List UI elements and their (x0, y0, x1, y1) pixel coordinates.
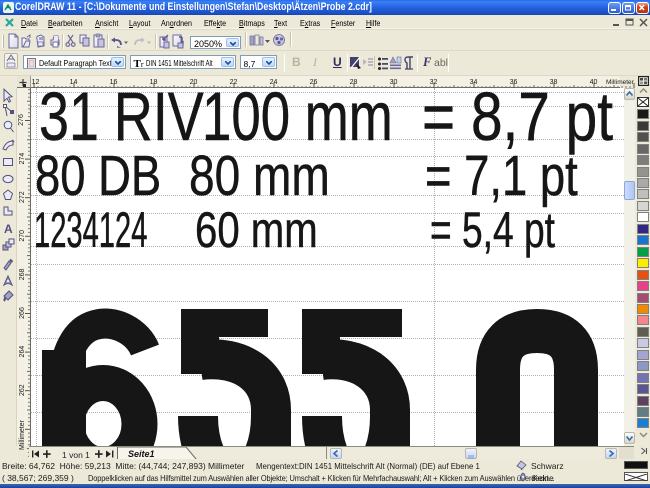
svg-text:Millimeter: Millimeter (19, 419, 26, 450)
svg-text:270: 270 (19, 230, 26, 242)
svg-text:32: 32 (430, 79, 438, 86)
svg-text:16: 16 (110, 79, 118, 86)
svg-text:Millimeter: Millimeter (606, 79, 635, 86)
svg-text:274: 274 (19, 153, 26, 165)
svg-text:20: 20 (190, 79, 198, 86)
svg-text:24: 24 (270, 79, 278, 86)
svg-text:A: A (4, 222, 13, 236)
svg-text:38: 38 (550, 79, 558, 86)
svg-text:12: 12 (32, 79, 40, 86)
svg-text:18: 18 (150, 79, 158, 86)
svg-text:262: 262 (19, 384, 26, 396)
svg-text:272: 272 (19, 191, 26, 203)
svg-text:34: 34 (470, 79, 478, 86)
svg-text:14: 14 (70, 79, 78, 86)
svg-text:40: 40 (590, 79, 598, 86)
svg-text:26: 26 (310, 79, 318, 86)
svg-text:30: 30 (390, 79, 398, 86)
svg-text:264: 264 (19, 346, 26, 358)
svg-text:266: 266 (19, 307, 26, 319)
svg-text:22: 22 (230, 79, 238, 86)
svg-text:268: 268 (19, 268, 26, 280)
svg-text:28: 28 (350, 79, 358, 86)
svg-text:36: 36 (510, 79, 518, 86)
svg-text:276: 276 (18, 114, 25, 126)
